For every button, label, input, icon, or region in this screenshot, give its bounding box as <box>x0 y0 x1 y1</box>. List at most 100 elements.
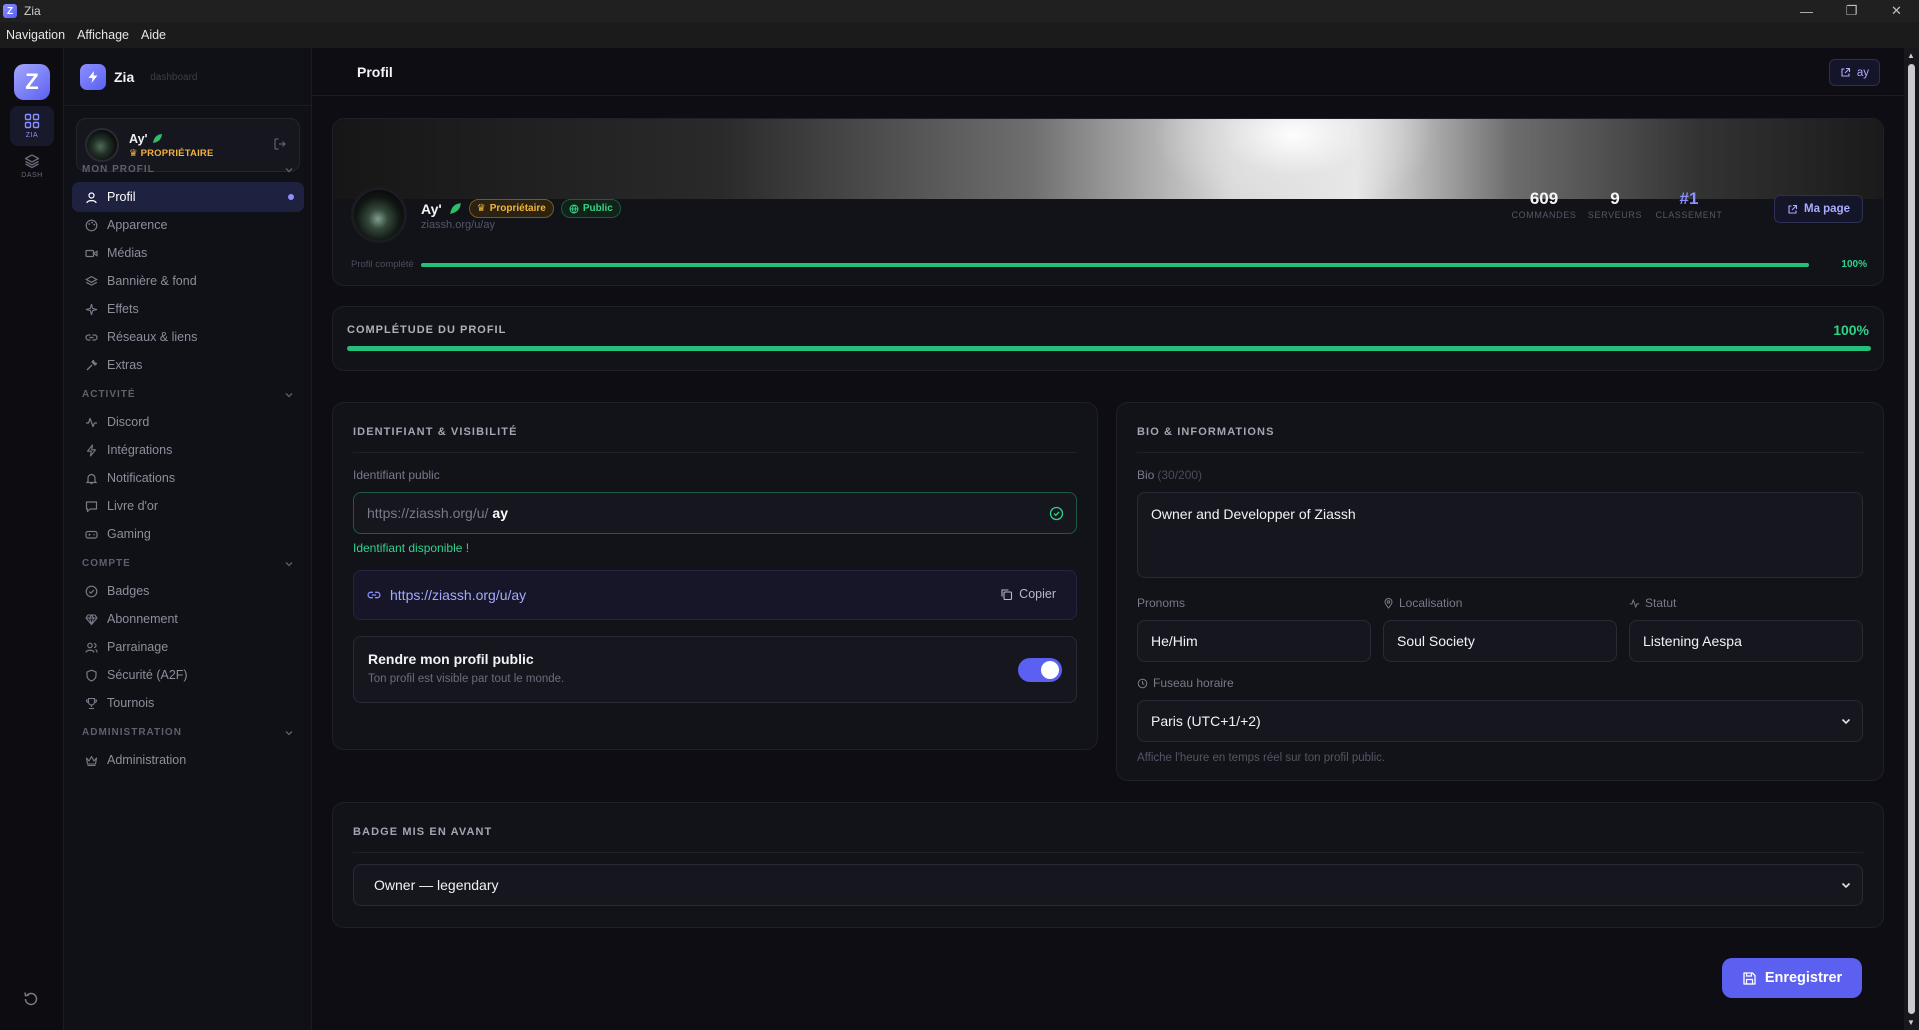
rail-item-dash[interactable]: DASH <box>10 146 54 186</box>
app-icon: Z <box>3 4 17 18</box>
section-compte[interactable]: COMPTE <box>82 558 294 569</box>
completude-card: COMPLÉTUDE DU PROFIL 100% <box>332 306 1884 371</box>
message-icon <box>85 500 98 512</box>
sidebar-item-effets[interactable]: Effets <box>72 294 304 324</box>
identifiant-input[interactable]: https://ziassh.org/u/ ay <box>353 492 1077 534</box>
chevron-down-icon <box>1841 882 1851 889</box>
maximize-button[interactable]: ❐ <box>1829 0 1874 22</box>
rail-item-zia[interactable]: ZIA <box>10 106 54 146</box>
save-button[interactable]: Enregistrer <box>1722 958 1862 998</box>
scroll-down-arrow[interactable]: ▼ <box>1907 1018 1915 1027</box>
scrollbar-thumb[interactable] <box>1908 64 1915 1014</box>
ma-page-button[interactable]: Ma page <box>1773 195 1863 223</box>
profile-avatar <box>351 187 407 243</box>
bio-textarea[interactable]: Owner and Developper of Ziassh <box>1137 492 1863 578</box>
identifiant-available: Identifiant disponible ! <box>353 541 470 555</box>
sidebar-item-notifications[interactable]: Notifications <box>72 463 304 493</box>
section-administration[interactable]: ADMINISTRATION <box>82 727 294 738</box>
sidebar-item-livre-dor[interactable]: Livre d'or <box>72 491 304 521</box>
sidebar-item-parrainage[interactable]: Parrainage <box>72 632 304 662</box>
sidebar-item-gaming[interactable]: Gaming <box>72 519 304 549</box>
public-toggle-title: Rendre mon profil public <box>368 651 534 667</box>
bio-label: Bio (30/200) <box>1137 468 1203 482</box>
sidebar-item-abonnement[interactable]: Abonnement <box>72 604 304 634</box>
localisation-input[interactable]: Soul Society <box>1383 620 1617 662</box>
window-titlebar: Z Zia — ❐ ✕ <box>0 0 1919 22</box>
layers-icon <box>85 275 98 286</box>
profile-progress: Profil complété 100% <box>351 258 1867 272</box>
fuseau-hint: Affiche l'heure en temps réel sur ton pr… <box>1137 752 1386 764</box>
refresh-button[interactable] <box>22 990 40 1008</box>
divider <box>353 852 1863 853</box>
bolt-icon <box>80 64 106 90</box>
shield-icon <box>86 669 97 682</box>
logout-button[interactable] <box>273 137 287 151</box>
zap-icon <box>86 443 97 457</box>
sparkles-icon <box>85 303 98 315</box>
public-toggle-row: Rendre mon profil public Ton profil est … <box>353 636 1077 703</box>
logout-icon <box>274 138 286 150</box>
copy-button[interactable]: Copier <box>1000 587 1056 601</box>
profile-link[interactable]: https://ziassh.org/u/ay <box>390 587 526 603</box>
gamepad-icon <box>85 530 98 539</box>
menu-navigation[interactable]: Navigation <box>6 28 65 42</box>
scroll-up-arrow[interactable]: ▲ <box>1907 51 1915 60</box>
badge-title: BADGE MIS EN AVANT <box>353 826 493 838</box>
trophy-icon <box>85 697 98 709</box>
profile-url[interactable]: ziassh.org/u/ay <box>421 219 495 231</box>
view-profile-pill[interactable]: ay <box>1828 59 1880 86</box>
statut-label: Statut <box>1629 596 1676 610</box>
sidebar-item-banniere[interactable]: Bannière & fond <box>72 266 304 296</box>
progress-percent: 100% <box>1841 259 1867 270</box>
app-logo[interactable]: Z <box>14 64 50 100</box>
completude-title: COMPLÉTUDE DU PROFIL <box>347 324 507 336</box>
user-icon <box>86 191 97 203</box>
sidebar-item-apparence[interactable]: Apparence <box>72 210 304 240</box>
sidebar-item-integrations[interactable]: Intégrations <box>72 435 304 465</box>
palette-icon <box>85 219 98 231</box>
fuseau-label: Fuseau horaire <box>1137 676 1234 690</box>
badge-card: BADGE MIS EN AVANT Owner — legendary <box>332 802 1884 928</box>
completude-fill <box>347 346 1871 351</box>
sidebar-item-reseaux[interactable]: Réseaux & liens <box>72 322 304 352</box>
sidebar-item-badges[interactable]: Badges <box>72 576 304 606</box>
badge-select[interactable]: Owner — legendary <box>353 864 1863 906</box>
menu-aide[interactable]: Aide <box>141 28 166 42</box>
link-icon <box>367 591 381 599</box>
map-pin-icon <box>1384 597 1393 609</box>
close-button[interactable]: ✕ <box>1874 0 1919 22</box>
rail-label: ZIA <box>25 132 39 139</box>
active-dot <box>288 194 294 200</box>
avatar <box>85 128 119 162</box>
scrollbar[interactable]: ▲ ▼ <box>1904 48 1919 1030</box>
pronoms-input[interactable]: He/Him <box>1137 620 1371 662</box>
link-icon <box>85 333 98 341</box>
bio-card: BIO & INFORMATIONS Bio (30/200) Owner and… <box>1116 402 1884 781</box>
fuseau-select[interactable]: Paris (UTC+1/+2) <box>1137 700 1863 742</box>
external-link-icon <box>1841 67 1850 77</box>
identifiant-card: IDENTIFIANT & VISIBILITÉ Identifiant pub… <box>332 402 1098 750</box>
user-role: ♛ PROPRIÉTAIRE <box>129 147 214 159</box>
globe-icon <box>569 204 579 214</box>
sidebar-item-discord[interactable]: Discord <box>72 407 304 437</box>
public-toggle[interactable] <box>1018 658 1062 682</box>
minimize-button[interactable]: — <box>1784 0 1829 22</box>
owner-badge: ♛ Propriétaire <box>468 199 554 218</box>
copy-icon <box>1001 588 1013 600</box>
profile-header-card: Ay' ♛ Propriétaire Public ziassh.org/u/a… <box>332 118 1884 286</box>
bio-title: BIO & INFORMATIONS <box>1137 426 1275 438</box>
sidebar-item-tournois[interactable]: Tournois <box>72 688 304 718</box>
section-activite[interactable]: ACTIVITÉ <box>82 389 294 400</box>
sidebar-item-medias[interactable]: Médias <box>72 238 304 268</box>
public-badge: Public <box>560 199 621 218</box>
sidebar-item-profil[interactable]: Profil <box>72 182 304 212</box>
statut-input[interactable]: Listening Aespa <box>1629 620 1863 662</box>
sidebar-item-securite[interactable]: Sécurité (A2F) <box>72 660 304 690</box>
menu-affichage[interactable]: Affichage <box>77 28 129 42</box>
wrench-icon <box>86 359 98 370</box>
sidebar-item-extras[interactable]: Extras <box>72 350 304 380</box>
sidebar-item-administration[interactable]: Administration <box>72 745 304 775</box>
bell-icon <box>85 473 98 484</box>
section-mon-profil[interactable]: MON PROFIL <box>82 164 294 175</box>
pronoms-label: Pronoms <box>1137 596 1186 610</box>
